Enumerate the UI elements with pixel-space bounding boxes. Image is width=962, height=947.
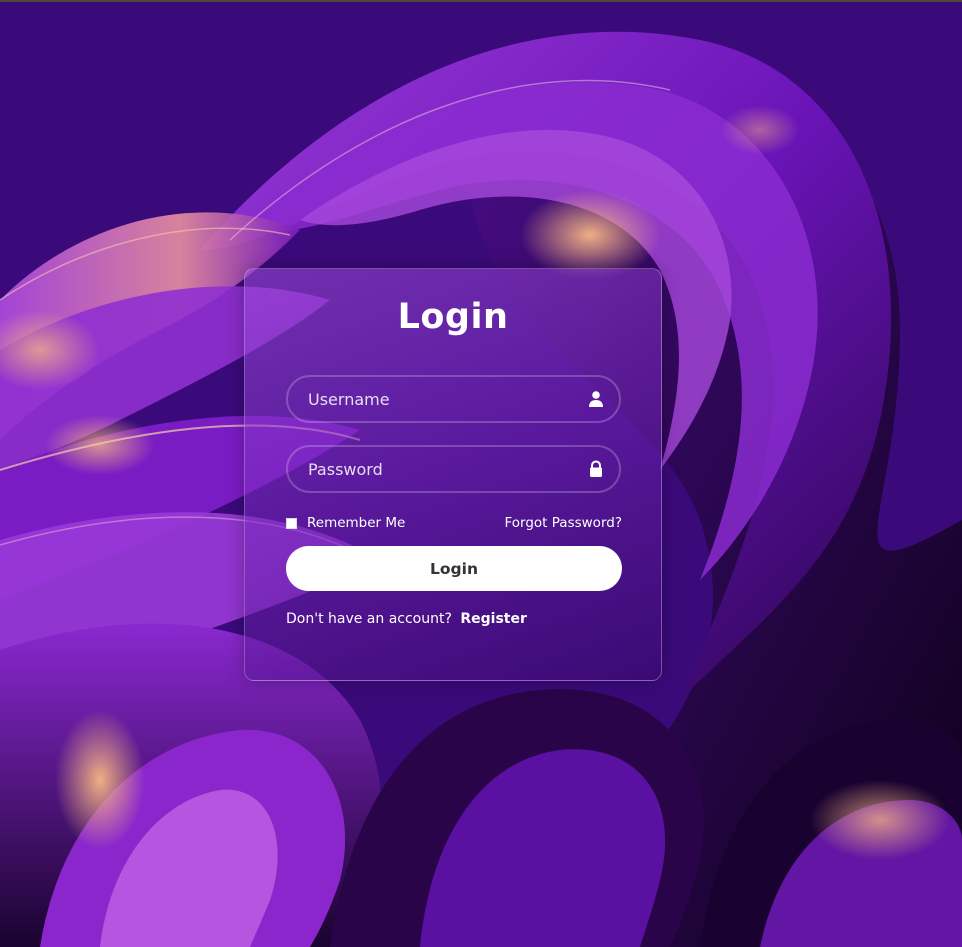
remember-me-label: Remember Me: [307, 515, 406, 531]
password-field-wrapper: [286, 445, 621, 493]
login-title: Login: [397, 297, 509, 337]
user-icon: [589, 391, 603, 407]
forgot-password-link[interactable]: Forgot Password?: [505, 515, 623, 531]
register-prompt: Don't have an account?: [286, 611, 452, 627]
register-row: Don't have an account? Register: [286, 611, 527, 627]
remember-me-option[interactable]: Remember Me: [286, 515, 405, 531]
username-field-wrapper: [286, 375, 621, 423]
password-input[interactable]: [288, 447, 619, 491]
login-button[interactable]: Login: [286, 546, 622, 591]
register-link[interactable]: Register: [460, 611, 527, 627]
lock-icon: [590, 460, 602, 477]
remember-me-checkbox[interactable]: [286, 517, 297, 529]
login-card: Login Remember Me Forgot Password? Login…: [244, 268, 662, 681]
username-input[interactable]: [288, 377, 619, 421]
window-top-border: [0, 0, 962, 2]
remember-forgot-row: Remember Me Forgot Password?: [286, 515, 622, 535]
